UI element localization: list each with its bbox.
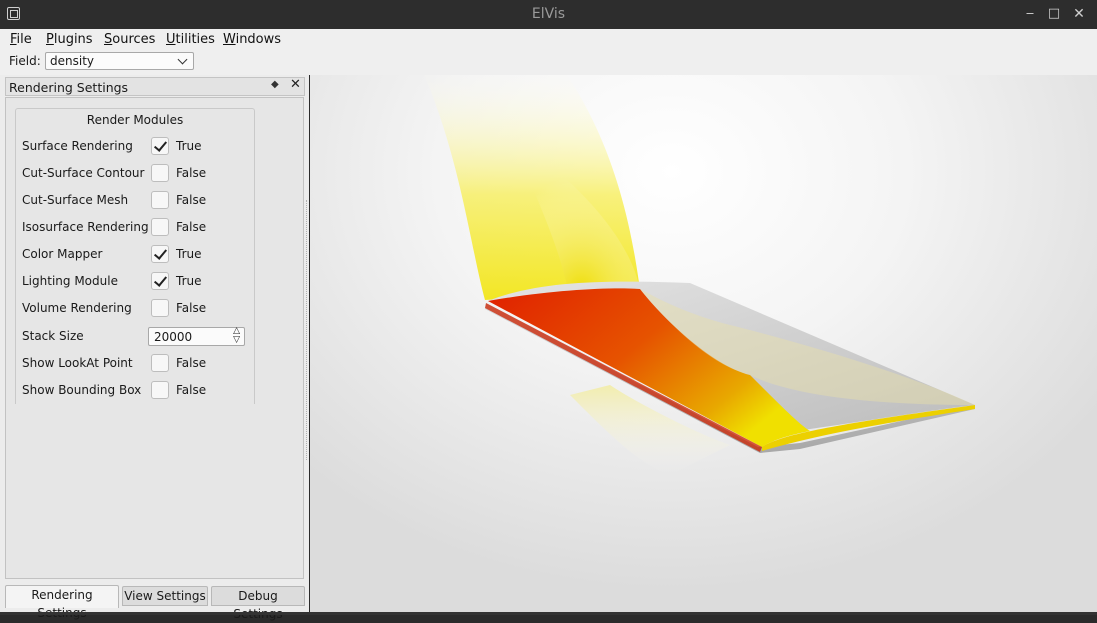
setting-label: Color Mapper [22, 247, 103, 261]
setting-label: Cut-Surface Mesh [22, 193, 129, 207]
setting-row: Stack Size 20000 △ ▽ [22, 327, 252, 347]
setting-row: Show Bounding Box False [22, 381, 252, 401]
cut-surface-contour-checkbox[interactable] [151, 164, 169, 182]
dock-close-icon[interactable]: ✕ [290, 77, 301, 92]
setting-label: Show LookAt Point [22, 356, 133, 370]
setting-row: Cut-Surface Contour False [22, 164, 252, 184]
setting-label: Show Bounding Box [22, 383, 142, 397]
dock-title-bar[interactable]: Rendering Settings ◆ ✕ [5, 77, 305, 96]
setting-row: Lighting Module True [22, 272, 252, 292]
field-label: Field: [9, 54, 41, 68]
dock-content: Render Modules Surface Rendering True Cu… [5, 97, 304, 579]
maximize-icon[interactable]: □ [1046, 6, 1062, 22]
window-title: ElVis [531, 6, 566, 22]
menu-utilities[interactable]: Utilities [166, 32, 215, 47]
render-modules-group: Render Modules Surface Rendering True Cu… [15, 108, 255, 404]
checkbox-value: False [176, 166, 207, 180]
volume-rendering-checkbox[interactable] [151, 299, 169, 317]
tab-debug-settings[interactable]: Debug Settings [211, 586, 305, 621]
checkbox-value: False [176, 193, 207, 207]
checkbox-value: True [176, 247, 202, 261]
checkbox-value: False [176, 220, 207, 234]
title-bar: ElVis ‒ □ ✕ [0, 0, 1097, 29]
menu-bar: File Plugins Sources Utilities Windows [0, 29, 1097, 49]
field-select[interactable]: density [45, 52, 194, 70]
setting-row: Cut-Surface Mesh False [22, 191, 252, 211]
tab-view-settings[interactable]: View Settings [122, 586, 208, 606]
stack-size-spinbox[interactable]: 20000 △ ▽ [148, 327, 245, 346]
checkbox-value: False [176, 383, 207, 397]
stack-size-value: 20000 [154, 330, 193, 344]
field-select-value: density [50, 54, 94, 68]
setting-row: Isosurface Rendering False [22, 218, 252, 238]
render-viewport[interactable] [310, 75, 1097, 612]
dock-tabs: Rendering Settings View Settings Debug S… [5, 585, 305, 621]
surface-rendering-checkbox[interactable] [151, 137, 169, 155]
cut-surface-mesh-checkbox[interactable] [151, 191, 169, 209]
spin-arrows-icon[interactable]: △ ▽ [233, 327, 240, 345]
show-lookat-point-checkbox[interactable] [151, 354, 169, 372]
checkbox-value: True [176, 139, 202, 153]
menu-file[interactable]: File [10, 32, 32, 47]
rendering-settings-dock: Rendering Settings ◆ ✕ Render Modules Su… [0, 75, 309, 621]
setting-label: Surface Rendering [22, 139, 133, 153]
setting-label: Cut-Surface Contour [22, 166, 145, 180]
setting-label: Isosurface Rendering [22, 220, 149, 234]
menu-sources[interactable]: Sources [104, 32, 155, 47]
color-mapper-checkbox[interactable] [151, 245, 169, 263]
show-bounding-box-checkbox[interactable] [151, 381, 169, 399]
float-icon[interactable]: ◆ [271, 79, 279, 90]
setting-row: Show LookAt Point False [22, 354, 252, 374]
checkbox-value: False [176, 356, 207, 370]
wing-rendering [424, 75, 975, 475]
field-toolbar: Field: density [0, 49, 1097, 75]
menu-windows[interactable]: Windows [223, 32, 281, 47]
checkbox-value: False [176, 301, 207, 315]
minimize-icon[interactable]: ‒ [1022, 6, 1038, 22]
splitter-handle[interactable] [306, 200, 309, 460]
lighting-module-checkbox[interactable] [151, 272, 169, 290]
tab-rendering-settings[interactable]: Rendering Settings [5, 585, 119, 620]
close-icon[interactable]: ✕ [1071, 6, 1087, 22]
setting-row: Surface Rendering True [22, 137, 252, 157]
setting-label: Lighting Module [22, 274, 118, 288]
setting-label: Volume Rendering [22, 301, 132, 315]
setting-row: Volume Rendering False [22, 299, 252, 319]
setting-row: Color Mapper True [22, 245, 252, 265]
checkbox-value: True [176, 274, 202, 288]
dock-title: Rendering Settings [9, 80, 129, 95]
group-title: Render Modules [86, 113, 184, 127]
menu-plugins[interactable]: Plugins [46, 32, 93, 47]
chevron-down-icon [177, 54, 188, 65]
isosurface-rendering-checkbox[interactable] [151, 218, 169, 236]
setting-label: Stack Size [22, 329, 84, 343]
